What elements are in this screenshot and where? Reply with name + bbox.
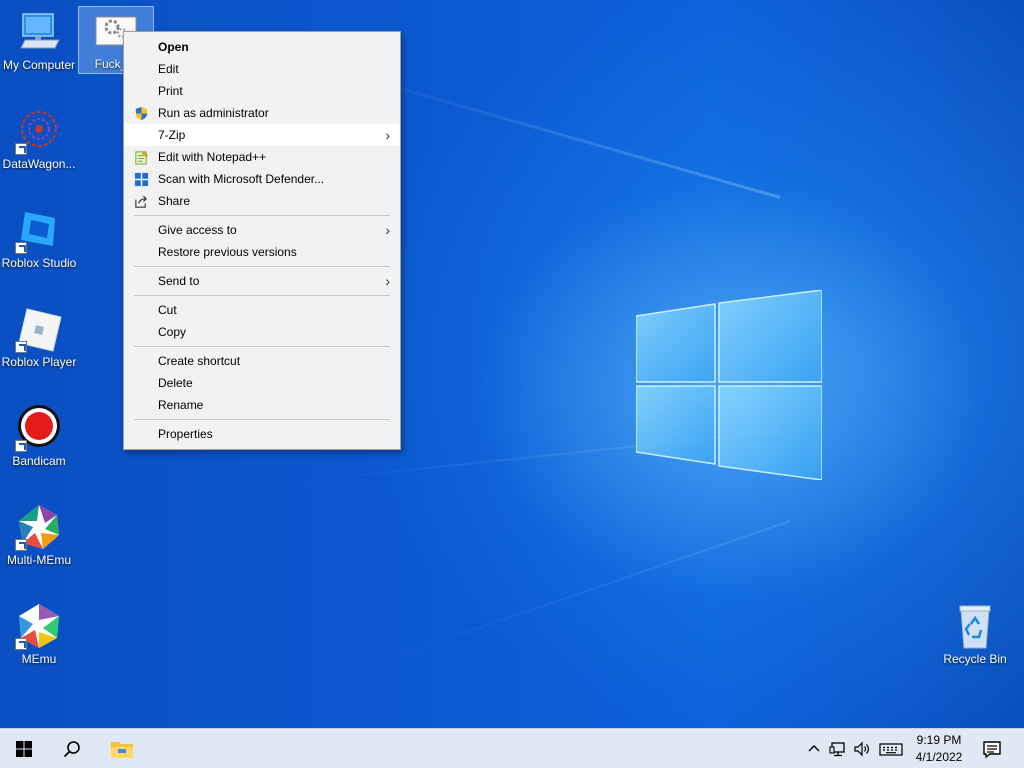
shortcut-arrow-icon — [15, 242, 27, 254]
datawagon-icon — [15, 107, 63, 155]
desktop-icon-label: Recycle Bin — [943, 652, 1007, 666]
menu-item-rename[interactable]: Rename — [124, 394, 400, 416]
menu-item-share[interactable]: Share — [124, 190, 400, 212]
shortcut-arrow-icon — [15, 539, 27, 551]
shortcut-arrow-icon — [15, 638, 27, 650]
shortcut-arrow-icon — [15, 440, 27, 452]
menu-item-label: Edit — [158, 62, 179, 76]
desktop-icon-recycle-bin[interactable]: Recycle Bin — [937, 602, 1013, 666]
desktop-icon-label: Bandicam — [12, 454, 66, 468]
menu-item-delete[interactable]: Delete — [124, 372, 400, 394]
start-button[interactable] — [1, 729, 47, 768]
menu-item-run-as-administrator[interactable]: Run as administrator — [124, 102, 400, 124]
desktop-icon-memu[interactable]: MEmu — [1, 602, 77, 666]
share-icon — [135, 195, 147, 208]
windows-start-icon — [16, 741, 32, 757]
context-menu: Open Edit Print Run as administrator 7-Z… — [123, 31, 401, 450]
menu-separator — [134, 295, 390, 296]
search-button[interactable] — [49, 729, 95, 768]
desktop[interactable]: My Computer Fuck_... DataWagon... Roblox… — [0, 0, 1024, 728]
menu-separator — [134, 266, 390, 267]
chevron-right-icon: › — [385, 222, 390, 238]
menu-item-open[interactable]: Open — [124, 36, 400, 58]
windows-wallpaper-logo — [636, 290, 822, 480]
memu-icon — [15, 602, 63, 650]
menu-item-label: Copy — [158, 325, 187, 339]
notepadpp-icon — [135, 150, 149, 165]
multi-memu-icon — [15, 503, 63, 551]
menu-item-label: Give access to — [158, 223, 237, 237]
desktop-icon-bandicam[interactable]: Bandicam — [1, 404, 77, 468]
menu-item-label: Edit with Notepad++ — [158, 150, 267, 164]
menu-item-label: 7-Zip — [158, 128, 186, 142]
menu-item-label: Delete — [158, 376, 193, 390]
menu-item-copy[interactable]: Copy — [124, 321, 400, 343]
chevron-right-icon: › — [385, 127, 390, 143]
menu-separator — [134, 346, 390, 347]
system-clock[interactable]: 9:19 PM 4/1/2022 — [906, 732, 972, 766]
menu-separator — [134, 215, 390, 216]
volume-icon[interactable] — [853, 740, 871, 758]
menu-item-scan-with-defender[interactable]: Scan with Microsoft Defender... — [124, 168, 400, 190]
desktop-icon-roblox-studio[interactable]: Roblox Studio — [1, 206, 77, 270]
menu-item-give-access-to[interactable]: Give access to › — [124, 219, 400, 241]
shortcut-arrow-icon — [15, 341, 27, 353]
chevron-up-icon[interactable] — [805, 740, 823, 758]
computer-icon — [15, 8, 63, 56]
clock-date: 4/1/2022 — [915, 750, 963, 764]
keyboard-icon[interactable] — [879, 740, 903, 758]
menu-item-create-shortcut[interactable]: Create shortcut — [124, 350, 400, 372]
desktop-icon-roblox-player[interactable]: Roblox Player — [1, 305, 77, 369]
menu-item-send-to[interactable]: Send to › — [124, 270, 400, 292]
recycle-bin-icon — [951, 602, 999, 650]
menu-item-label: Send to — [158, 274, 200, 288]
roblox-studio-icon — [15, 206, 63, 254]
notification-center-icon[interactable] — [982, 739, 1002, 759]
menu-item-properties[interactable]: Properties — [124, 423, 400, 445]
desktop-icon-label: Multi-MEmu — [6, 553, 71, 567]
uac-shield-icon — [135, 106, 148, 121]
menu-item-cut[interactable]: Cut — [124, 299, 400, 321]
menu-item-label: Open — [158, 40, 189, 54]
desktop-icon-label: DataWagon... — [2, 157, 76, 171]
chevron-right-icon: › — [385, 273, 390, 289]
menu-item-restore-previous-versions[interactable]: Restore previous versions — [124, 241, 400, 263]
menu-item-edit-with-notepadpp[interactable]: Edit with Notepad++ — [124, 146, 400, 168]
light-beam — [337, 69, 781, 199]
desktop-icon-my-computer[interactable]: My Computer — [1, 8, 77, 72]
desktop-icon-label: My Computer — [2, 58, 76, 72]
desktop-icon-label: Roblox Studio — [1, 256, 77, 270]
desktop-icon-label: MEmu — [21, 652, 57, 666]
defender-shield-icon — [134, 172, 149, 187]
light-beam — [354, 520, 791, 672]
desktop-icon-datawagon[interactable]: DataWagon... — [1, 107, 77, 171]
roblox-player-icon — [15, 305, 63, 353]
shortcut-arrow-icon — [15, 143, 27, 155]
desktop-icon-label: Roblox Player — [1, 355, 77, 369]
menu-item-label: Properties — [158, 427, 213, 441]
menu-item-print[interactable]: Print — [124, 80, 400, 102]
clock-time: 9:19 PM — [916, 733, 962, 747]
menu-item-label: Run as administrator — [158, 106, 269, 120]
menu-item-label: Create shortcut — [158, 354, 241, 368]
taskbar: 9:19 PM 4/1/2022 — [0, 728, 1024, 768]
taskbar-file-explorer[interactable] — [99, 729, 145, 768]
menu-item-label: Cut — [158, 303, 177, 317]
desktop-icon-multi-memu[interactable]: Multi-MEmu — [1, 503, 77, 567]
menu-item-label: Rename — [158, 398, 204, 412]
folder-icon — [111, 742, 133, 758]
menu-item-label: Share — [158, 194, 191, 208]
menu-item-7zip[interactable]: 7-Zip › — [124, 124, 400, 146]
record-icon — [15, 404, 63, 452]
menu-item-label: Print — [158, 84, 183, 98]
menu-item-label: Scan with Microsoft Defender... — [158, 172, 325, 186]
search-icon — [63, 741, 80, 758]
menu-item-edit[interactable]: Edit — [124, 58, 400, 80]
menu-separator — [134, 419, 390, 420]
menu-item-label: Restore previous versions — [158, 245, 297, 259]
network-icon[interactable] — [829, 740, 847, 758]
